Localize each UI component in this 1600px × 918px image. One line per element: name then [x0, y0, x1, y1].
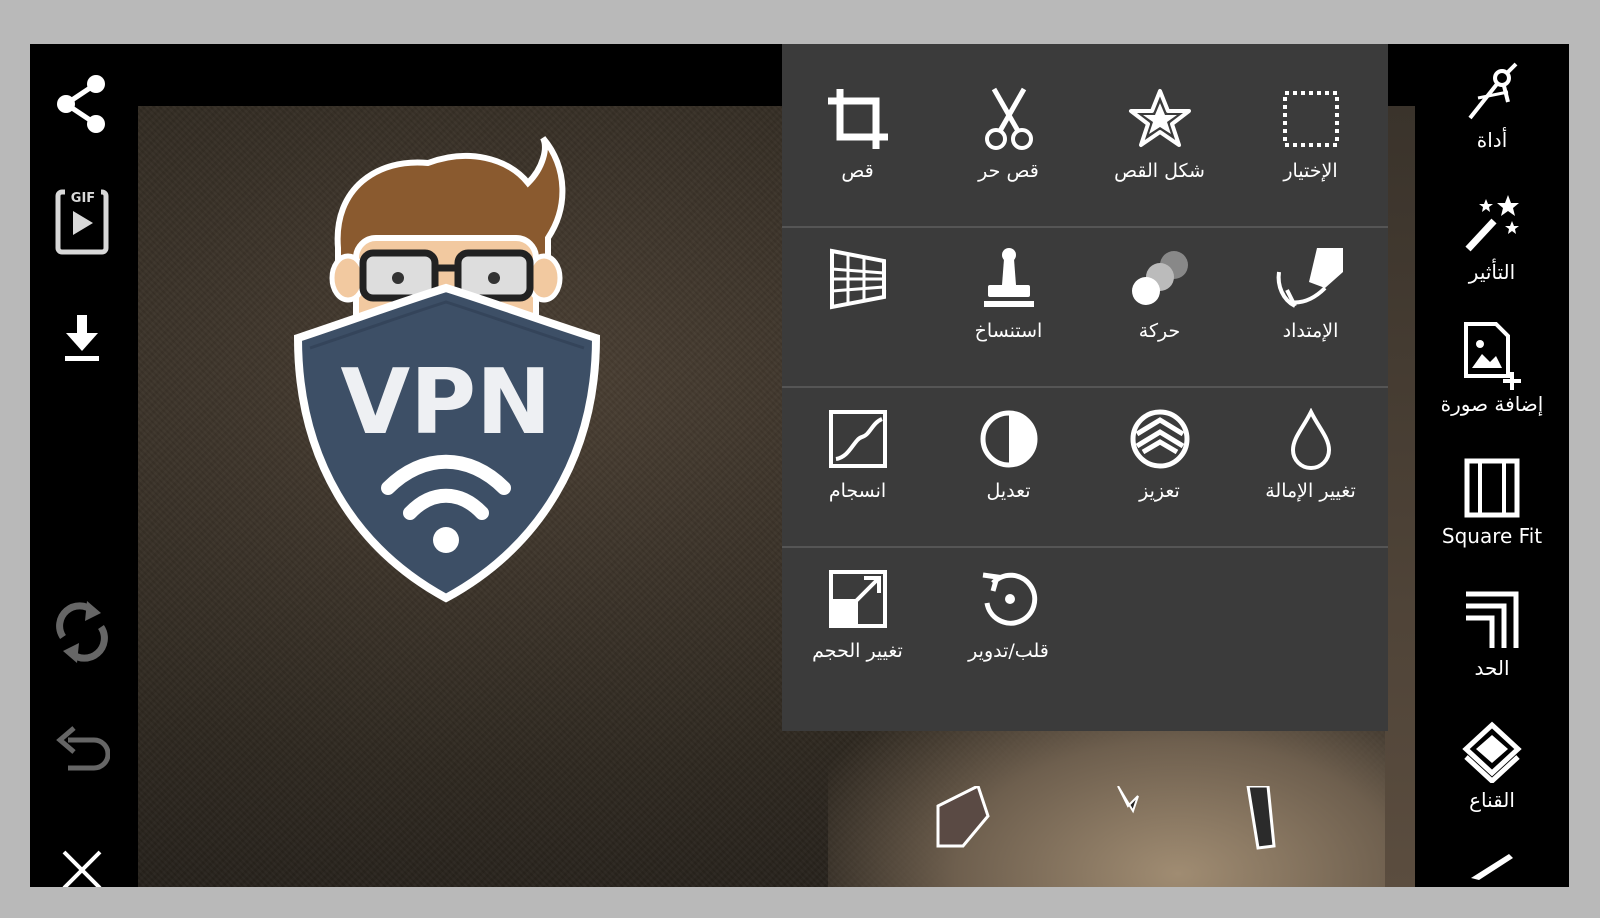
close-button[interactable]	[50, 838, 114, 887]
effect-button[interactable]: التأثير	[1415, 194, 1569, 284]
tools-menu: قص قص حر شكل القص الإختيار استنساخ حركة …	[782, 44, 1388, 731]
menu-item-label: تغيير الحجم	[812, 640, 903, 662]
menu-item-perspective[interactable]	[782, 244, 933, 314]
contrast-icon	[980, 410, 1037, 468]
selection-icon	[1282, 91, 1339, 147]
curves-icon	[828, 410, 887, 468]
mask-icon	[1462, 721, 1522, 783]
menu-item-free-crop[interactable]: قص حر	[933, 84, 1084, 182]
menu-row: قص قص حر شكل القص الإختيار	[782, 44, 1388, 228]
menu-item-label: تعزيز	[1139, 480, 1180, 502]
menu-row: استنساخ حركة الإمتداد	[782, 228, 1388, 388]
resize-icon	[828, 570, 887, 628]
effect-label: التأثير	[1468, 260, 1516, 284]
menu-item-label: قلب/تدوير	[968, 640, 1049, 662]
tilt-shift-drop-icon	[1290, 408, 1331, 470]
menu-item-enhance[interactable]: تعزيز	[1084, 404, 1235, 502]
vpn-sticker-text: VPN	[341, 350, 552, 455]
menu-item-label: استنساخ	[974, 320, 1043, 342]
menu-item-shape-crop[interactable]: شكل القص	[1084, 84, 1235, 182]
menu-item-label: قص	[841, 160, 874, 182]
compass-tool-icon	[1468, 62, 1518, 120]
border-button[interactable]: الحد	[1415, 590, 1569, 680]
background-figures	[936, 786, 1276, 850]
menu-row: انسجام تعديل تعزيز تغيير الإمالة	[782, 388, 1388, 548]
border-label: الحد	[1474, 656, 1510, 680]
mask-button[interactable]: القناع	[1415, 721, 1569, 812]
magic-wand-icon	[1465, 195, 1519, 252]
tool-label: أداة	[1476, 128, 1508, 152]
undo-icon	[56, 726, 110, 771]
tool-button[interactable]: أداة	[1415, 62, 1569, 152]
stretch-icon	[1276, 248, 1343, 308]
square-fit-icon	[1464, 458, 1520, 518]
menu-item-stretch[interactable]: الإمتداد	[1235, 244, 1386, 342]
app-screen: VPN GIF قص قص حر شكل القص الإختيار استنس…	[30, 44, 1569, 887]
square-fit-label: Square Fit	[1441, 524, 1543, 548]
brush-icon	[1471, 854, 1513, 880]
gif-icon: GIF	[55, 189, 109, 255]
left-toolbar: GIF	[30, 44, 138, 887]
brush-button[interactable]	[1415, 850, 1569, 887]
scissors-icon	[984, 87, 1033, 150]
svg-text:GIF: GIF	[71, 191, 95, 206]
menu-item-curves[interactable]: انسجام	[782, 404, 933, 502]
menu-item-resize[interactable]: تغيير الحجم	[782, 564, 933, 662]
menu-item-clone[interactable]: استنساخ	[933, 244, 1084, 342]
menu-item-label: شكل القص	[1114, 160, 1205, 182]
menu-item-label: قص حر	[978, 160, 1039, 182]
menu-row: تغيير الحجم قلب/تدوير	[782, 548, 1388, 731]
menu-item-adjust[interactable]: تعديل	[933, 404, 1084, 502]
menu-item-label: انسجام	[828, 480, 887, 502]
canvas-top-margin	[138, 44, 838, 106]
share-icon	[57, 75, 105, 133]
square-fit-button[interactable]: Square Fit	[1415, 458, 1569, 548]
refresh-icon	[56, 601, 108, 663]
share-button[interactable]	[50, 72, 114, 136]
vpn-sticker[interactable]: VPN	[278, 128, 618, 608]
download-icon	[65, 315, 99, 361]
download-button[interactable]	[50, 306, 114, 370]
rotate-icon	[982, 572, 1037, 626]
crop-icon	[827, 89, 888, 149]
stamp-icon	[983, 248, 1034, 307]
menu-item-label: تغيير الإمالة	[1265, 480, 1356, 502]
menu-item-label: تعديل	[986, 480, 1031, 502]
add-image-button[interactable]: إضافة صورة	[1415, 322, 1569, 416]
menu-item-rotate[interactable]: قلب/تدوير	[933, 564, 1084, 662]
close-icon	[62, 850, 102, 887]
mask-label: القناع	[1469, 788, 1515, 812]
menu-item-label: الإمتداد	[1282, 320, 1339, 342]
motion-icon	[1131, 251, 1188, 305]
menu-item-label: حركة	[1138, 320, 1181, 342]
refresh-button[interactable]	[50, 600, 114, 664]
perspective-grid-icon	[829, 248, 886, 310]
add-image-icon	[1464, 322, 1521, 390]
right-toolbar: أداة التأثير إضافة صورة Square Fit الحد …	[1415, 44, 1569, 887]
add-image-label: إضافة صورة	[1440, 392, 1544, 416]
star-icon	[1128, 89, 1191, 147]
border-icon	[1466, 591, 1519, 648]
enhance-icon	[1130, 409, 1189, 469]
menu-item-tilt-shift[interactable]: تغيير الإمالة	[1235, 404, 1386, 502]
undo-button[interactable]	[50, 718, 114, 782]
menu-item-motion[interactable]: حركة	[1084, 244, 1235, 342]
menu-item-selection[interactable]: الإختيار	[1235, 84, 1386, 182]
menu-item-label: الإختيار	[1283, 160, 1338, 182]
menu-item-crop[interactable]: قص	[782, 84, 933, 182]
gif-button[interactable]: GIF	[50, 189, 114, 255]
